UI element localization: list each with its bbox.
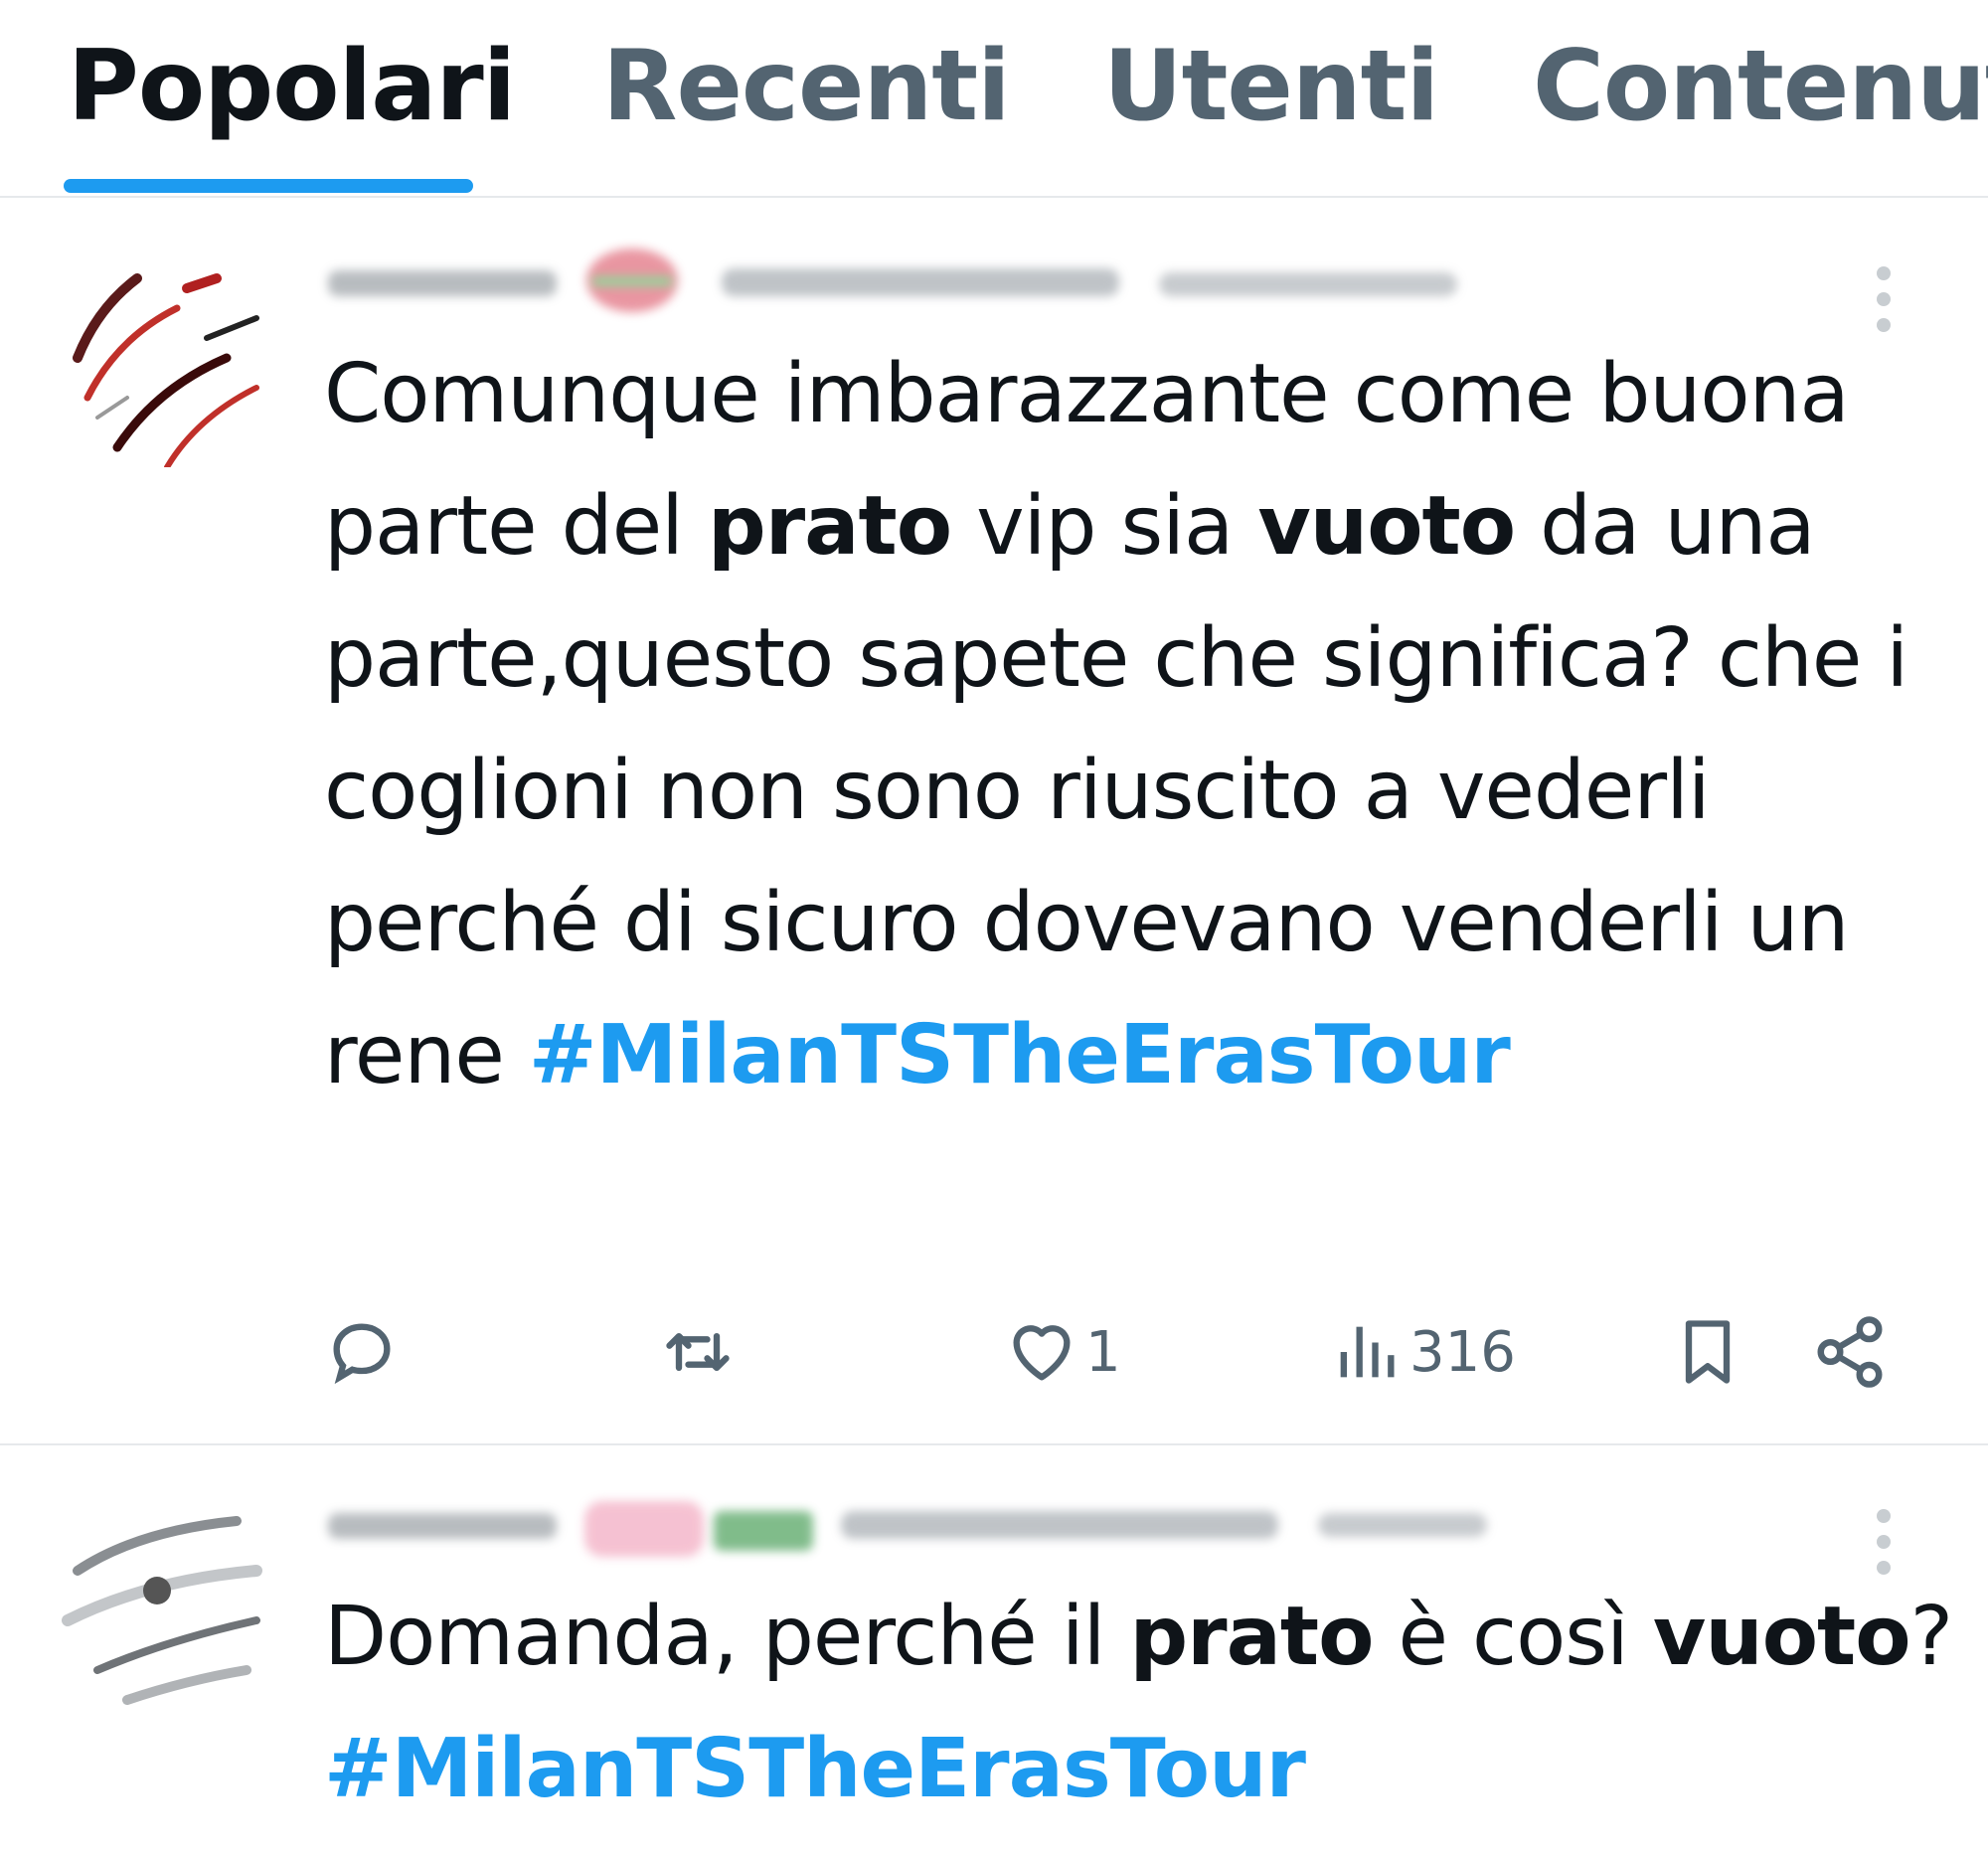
- hashtag-link[interactable]: #MilanTSTheErasTour: [324, 1722, 1306, 1816]
- highlighted-term: vuoto: [1652, 1590, 1911, 1684]
- tweet-divider: [0, 1443, 1988, 1445]
- like-button[interactable]: 1: [1004, 1302, 1121, 1402]
- share-icon: [1817, 1316, 1883, 1388]
- tweet-text-segment: è così: [1373, 1590, 1653, 1684]
- tweet-text-segment: vip sia: [951, 479, 1258, 574]
- views-icon: [1340, 1326, 1395, 1378]
- bookmark-button[interactable]: [1670, 1302, 1745, 1402]
- tabs-divider: [0, 196, 1988, 198]
- tweet[interactable]: Comunque imbarazzante come buona parte d…: [0, 229, 1988, 1441]
- bookmark-icon: [1685, 1320, 1731, 1384]
- retweet-icon: [666, 1333, 730, 1371]
- tweet-text-segment: ?: [1909, 1590, 1954, 1684]
- active-tab-indicator: [64, 179, 473, 193]
- views-count: 316: [1409, 1319, 1516, 1385]
- tweet-text: Domanda, perché il prato è così vuoto? #…: [324, 1571, 1954, 1835]
- views-button[interactable]: 316: [1328, 1302, 1516, 1402]
- tweet-text-segment: Domanda, perché il: [324, 1590, 1130, 1684]
- avatar[interactable]: [58, 1491, 276, 1710]
- tweet-author-handle[interactable]: [324, 241, 1596, 330]
- tab-utenti[interactable]: Utenti: [1103, 22, 1439, 151]
- highlighted-term: prato: [708, 479, 952, 574]
- like-count: 1: [1085, 1319, 1121, 1385]
- tweet[interactable]: Domanda, perché il prato è così vuoto? #…: [0, 1471, 1988, 1856]
- highlighted-term: vuoto: [1257, 479, 1516, 574]
- search-tabs: Popolari Recenti Utenti Contenuti: [0, 0, 1988, 199]
- tab-recenti[interactable]: Recenti: [602, 22, 1011, 151]
- tweet-author-handle[interactable]: [324, 1481, 1636, 1571]
- heart-icon: [1013, 1325, 1071, 1381]
- hashtag-link[interactable]: #MilanTSTheErasTour: [529, 1008, 1511, 1102]
- retweet-button[interactable]: [658, 1302, 738, 1402]
- tab-contenuti[interactable]: Contenuti: [1533, 22, 1988, 151]
- share-button[interactable]: [1811, 1302, 1889, 1402]
- reply-button[interactable]: [324, 1302, 400, 1402]
- avatar[interactable]: [58, 249, 276, 470]
- tweet-text: Comunque imbarazzante come buona parte d…: [324, 328, 1954, 1121]
- tab-popolari[interactable]: Popolari: [68, 22, 516, 151]
- highlighted-term: prato: [1129, 1590, 1374, 1684]
- reply-icon: [333, 1323, 391, 1385]
- tweet-actions: 1 316: [324, 1302, 1914, 1402]
